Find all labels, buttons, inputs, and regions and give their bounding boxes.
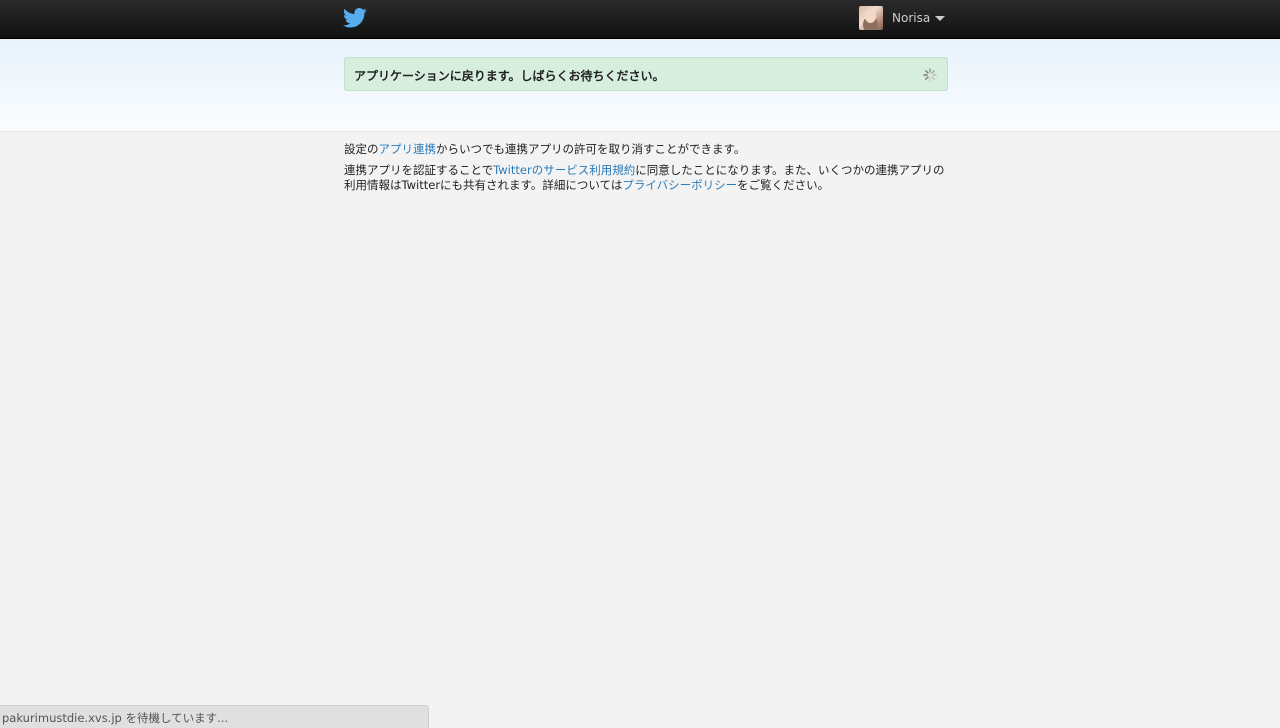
- top-navigation-bar: Norisa: [0, 0, 1280, 39]
- username-label: Norisa: [892, 11, 931, 25]
- browser-status-bar: pakurimustdie.xvs.jp を待機しています...: [0, 705, 429, 728]
- redirect-message: アプリケーションに戻ります。しばらくお待ちください。: [354, 69, 665, 83]
- app-connections-link[interactable]: アプリ連携: [379, 142, 437, 156]
- user-menu[interactable]: Norisa: [859, 6, 946, 30]
- caret-down-icon: [935, 16, 946, 21]
- privacy-policy-link[interactable]: プライバシーポリシー: [622, 178, 737, 192]
- hero-banner: アプリケーションに戻ります。しばらくお待ちください。: [0, 39, 1280, 132]
- text-fragment: からいつでも連携アプリの許可を取り消すことができます。: [436, 142, 746, 156]
- status-text: pakurimustdie.xvs.jp を待機しています...: [2, 711, 229, 725]
- terms-info: 連携アプリを認証することでTwitterのサービス利用規約に同意したことになりま…: [344, 163, 950, 193]
- loading-spinner-icon: [923, 68, 937, 82]
- terms-of-service-link[interactable]: Twitterのサービス利用規約: [493, 163, 635, 177]
- text-fragment: をご覧ください。: [737, 178, 830, 192]
- info-text: 設定のアプリ連携からいつでも連携アプリの許可を取り消すことができます。 連携アプ…: [344, 142, 950, 199]
- text-fragment: 設定の: [344, 142, 379, 156]
- revoke-info: 設定のアプリ連携からいつでも連携アプリの許可を取り消すことができます。: [344, 142, 950, 157]
- user-avatar: [859, 6, 883, 30]
- redirect-notice: アプリケーションに戻ります。しばらくお待ちください。: [344, 57, 948, 91]
- text-fragment: 連携アプリを認証することで: [344, 163, 494, 177]
- twitter-bird-icon[interactable]: [343, 7, 367, 29]
